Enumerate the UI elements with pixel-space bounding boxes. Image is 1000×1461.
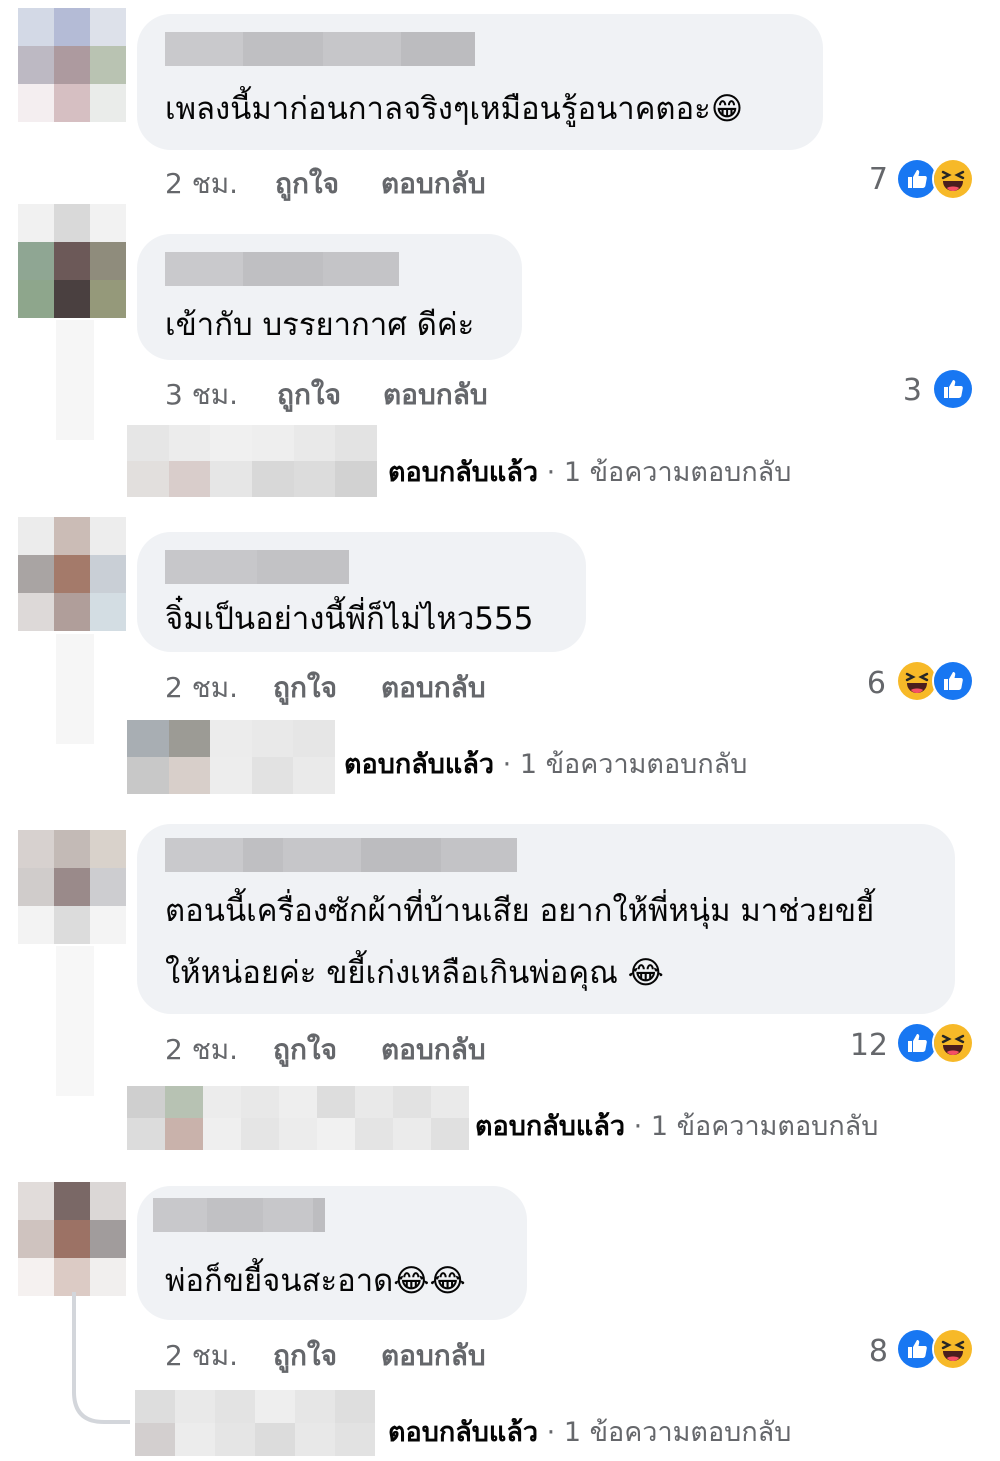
- like-button[interactable]: ถูกใจ: [275, 162, 339, 206]
- reply-button[interactable]: ตอบกลับ: [381, 162, 486, 206]
- replied-label: ตอบกลับแล้ว: [388, 1417, 539, 1448]
- reply-count-link[interactable]: ตอบกลับแล้ว · 1 ข้อความตอบกลับ: [475, 1104, 878, 1147]
- like-button[interactable]: ถูกใจ: [273, 1334, 337, 1378]
- timestamp[interactable]: 2 ชม.: [165, 1334, 238, 1378]
- replied-label: ตอบกลับแล้ว: [475, 1111, 626, 1142]
- reply-count-link[interactable]: ตอบกลับแล้ว · 1 ข้อความตอบกลับ: [388, 450, 791, 493]
- replier-avatar-blurred: [127, 425, 377, 497]
- separator-dot: ·: [502, 749, 512, 780]
- comment-text: พ่อก็ขยี้จนสะอาด😂😂: [165, 1263, 466, 1299]
- like-icon: [932, 660, 974, 702]
- timestamp[interactable]: 2 ชม.: [165, 162, 238, 206]
- reply-button[interactable]: ตอบกลับ: [381, 666, 486, 710]
- timestamp[interactable]: 2 ชม.: [165, 1028, 238, 1072]
- timestamp[interactable]: 3 ชม.: [165, 373, 238, 417]
- haha-icon: [932, 1022, 974, 1064]
- replied-label: ตอบกลับแล้ว: [344, 749, 495, 780]
- comment-bubble: เพลงนี้มาก่อนกาลจริงๆเหมือนรู้อนาคตอะ😁: [137, 14, 823, 150]
- comment-bubble: เข้ากับ บรรยากาศ ดีค่ะ: [137, 234, 522, 360]
- thread-connector: [72, 1292, 130, 1424]
- author-name-blurred[interactable]: [165, 838, 517, 872]
- reply-count: 1 ข้อความตอบกลับ: [563, 457, 792, 488]
- reply-count-link[interactable]: ตอบกลับแล้ว · 1 ข้อความตอบกลับ: [344, 742, 747, 785]
- avatar[interactable]: [18, 204, 126, 320]
- reaction-count: 3: [902, 373, 922, 408]
- author-name-blurred[interactable]: [165, 32, 475, 66]
- comment-actions: 2 ชม. ถูกใจ ตอบกลับ: [165, 1334, 565, 1374]
- comment-text: จิ๋มเป็นอย่างนี้พี่ก็ไม่ไหว555: [165, 601, 534, 637]
- replied-label: ตอบกลับแล้ว: [388, 457, 539, 488]
- reaction-count: 8: [868, 1334, 888, 1369]
- comment-text-line-1: ตอนนี้เครื่องซักผ้าที่บ้านเสีย อยากให้พี…: [165, 893, 875, 929]
- thread-connector: [56, 946, 94, 1096]
- replier-avatar-blurred: [135, 1390, 375, 1456]
- comment-bubble: จิ๋มเป็นอย่างนี้พี่ก็ไม่ไหว555: [137, 532, 586, 652]
- replier-avatar-blurred: [127, 720, 335, 794]
- reaction-count: 6: [866, 666, 886, 701]
- comment-bubble: พ่อก็ขยี้จนสะอาด😂😂: [137, 1186, 527, 1320]
- reply-count: 1 ข้อความตอบกลับ: [519, 749, 748, 780]
- reply-count-link[interactable]: ตอบกลับแล้ว · 1 ข้อความตอบกลับ: [388, 1410, 791, 1453]
- comment-actions: 2 ชม. ถูกใจ ตอบกลับ: [165, 1028, 565, 1068]
- reply-count: 1 ข้อความตอบกลับ: [650, 1111, 879, 1142]
- author-name-blurred[interactable]: [153, 1198, 325, 1232]
- thread-connector: [56, 320, 94, 440]
- author-name-blurred[interactable]: [165, 252, 399, 286]
- comment-text: เพลงนี้มาก่อนกาลจริงๆเหมือนรู้อนาคตอะ😁: [165, 91, 744, 127]
- comment-actions: 3 ชม. ถูกใจ ตอบกลับ: [165, 373, 565, 413]
- like-button[interactable]: ถูกใจ: [277, 373, 341, 417]
- reply-count: 1 ข้อความตอบกลับ: [563, 1417, 792, 1448]
- reply-button[interactable]: ตอบกลับ: [381, 1334, 486, 1378]
- comment-text-line-2: ให้หน่อยค่ะ ขยี้เก่งเหลือเกินพ่อคุณ 😂: [165, 955, 664, 991]
- thread-connector: [56, 634, 94, 744]
- avatar[interactable]: [18, 517, 126, 633]
- avatar[interactable]: [18, 8, 126, 124]
- separator-dot: ·: [546, 1417, 556, 1448]
- like-button[interactable]: ถูกใจ: [273, 666, 337, 710]
- comment-actions: 2 ชม. ถูกใจ ตอบกลับ: [165, 162, 565, 202]
- like-button[interactable]: ถูกใจ: [273, 1028, 337, 1072]
- replier-avatar-blurred: [127, 1086, 469, 1150]
- comment-bubble: ตอนนี้เครื่องซักผ้าที่บ้านเสีย อยากให้พี…: [137, 824, 955, 1014]
- avatar[interactable]: [18, 1182, 126, 1298]
- reply-button[interactable]: ตอบกลับ: [381, 1028, 486, 1072]
- author-name-blurred[interactable]: [165, 550, 349, 584]
- comment-text: เข้ากับ บรรยากาศ ดีค่ะ: [165, 307, 475, 343]
- separator-dot: ·: [546, 457, 556, 488]
- separator-dot: ·: [633, 1111, 643, 1142]
- timestamp[interactable]: 2 ชม.: [165, 666, 238, 710]
- reaction-count: 7: [868, 162, 888, 197]
- haha-icon: [932, 158, 974, 200]
- reaction-count: 12: [849, 1028, 888, 1063]
- comment-actions: 2 ชม. ถูกใจ ตอบกลับ: [165, 666, 565, 706]
- avatar[interactable]: [18, 830, 126, 946]
- haha-icon: [932, 1328, 974, 1370]
- reply-button[interactable]: ตอบกลับ: [383, 373, 488, 417]
- like-icon: [932, 368, 974, 410]
